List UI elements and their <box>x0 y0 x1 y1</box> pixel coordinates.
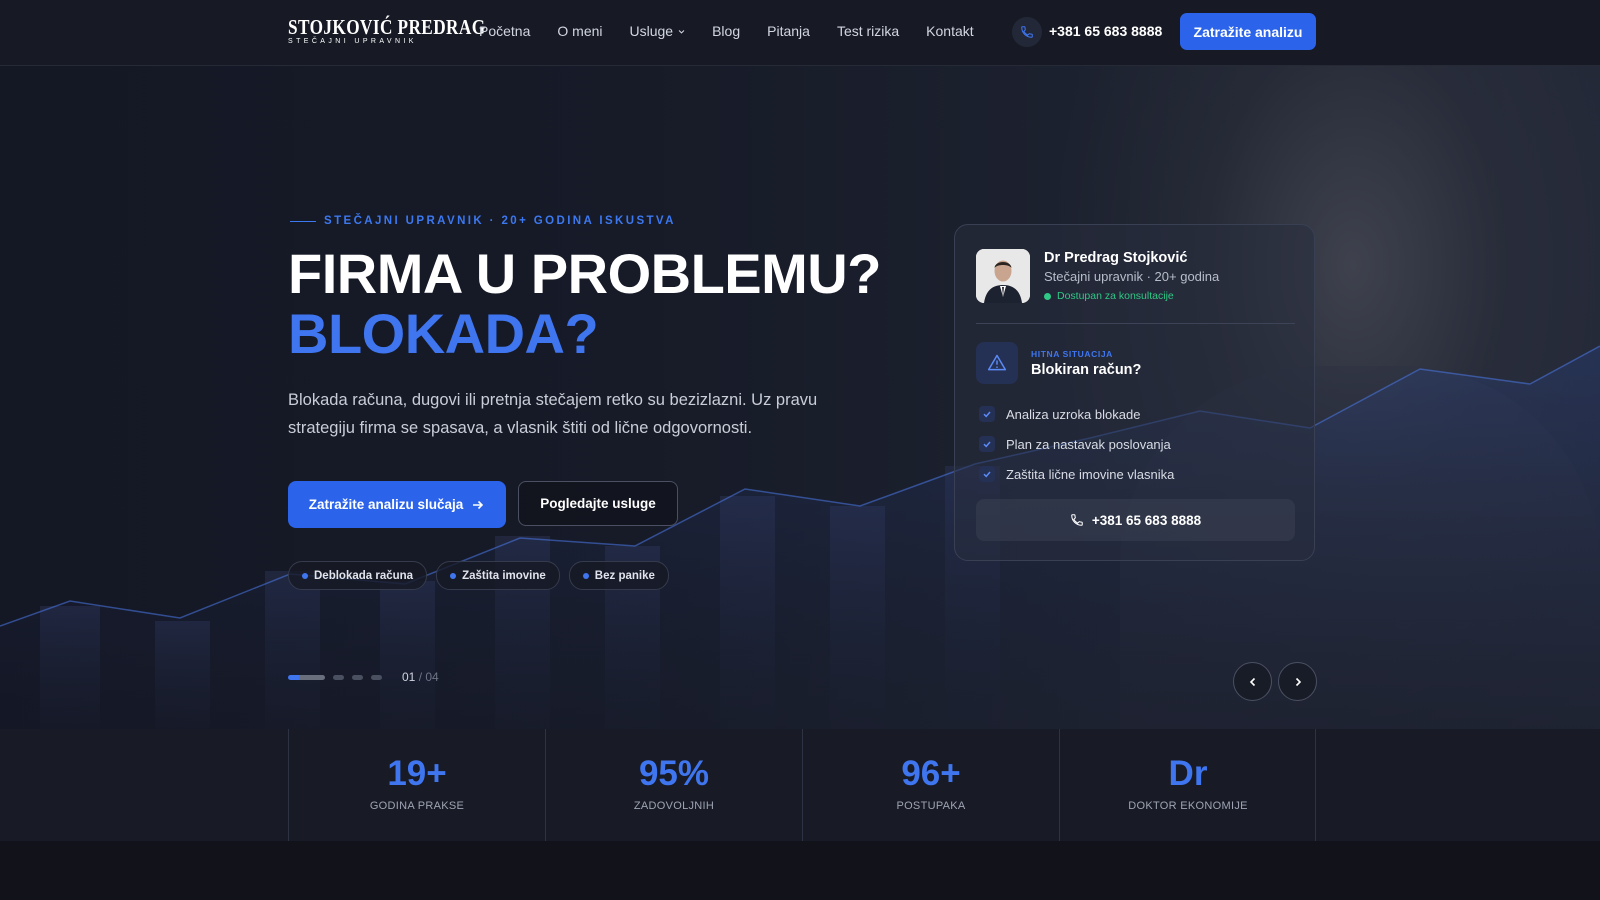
tag-label: Bez panike <box>594 569 655 582</box>
slider-next-button[interactable] <box>1278 662 1317 701</box>
logo[interactable]: STOJKOVIĆ PREDRAG STEČAJNI UPRAVNIK <box>288 15 486 48</box>
slider-pagination: 01 / 04 <box>288 670 439 684</box>
logo-wordmark: STOJKOVIĆ PREDRAG <box>288 15 486 39</box>
slide-indicator-1[interactable] <box>288 674 325 680</box>
list-item: Analiza uzroka blokade <box>979 399 1174 429</box>
card-divider <box>976 323 1295 324</box>
nav-item-home[interactable]: Početna <box>479 23 530 39</box>
card-phone-number: +381 65 683 8888 <box>1091 512 1202 528</box>
hero-eyebrow-text: STEČAJNI UPRAVNIK · 20+ GODINA ISKUSTVA <box>324 215 676 227</box>
availability-status: Dostupan za konsultacije <box>1044 290 1174 302</box>
main-menu: Početna O meni Usluge Blog Pitanja Test … <box>479 23 1001 39</box>
nav-item-services-label: Usluge <box>629 23 674 39</box>
tag-label: Zaštita imovine <box>462 569 546 582</box>
tag-dot <box>582 572 589 579</box>
view-services-button[interactable]: Pogledajte usluge <box>518 481 678 526</box>
list-item: Zaštita lične imovine vlasnika <box>979 459 1174 489</box>
stat-item: 95% ZADOVOLJNIH <box>545 729 802 841</box>
status-dot <box>1044 292 1051 300</box>
check-icon <box>979 406 995 422</box>
slide-total: 04 <box>425 670 439 684</box>
chevron-right-icon <box>1295 677 1301 686</box>
list-item: Plan za nastavak poslovanja <box>979 429 1174 459</box>
hero-title: FIRMA U PROBLEMU? BLOKADA? <box>288 244 881 364</box>
hero-title-line2: BLOKADA? <box>288 302 599 365</box>
check-label: Zaštita lične imovine vlasnika <box>1006 466 1175 482</box>
hero-tags: Deblokada računa Zaštita imovine Bez pan… <box>288 561 669 590</box>
stat-label: POSTUPAKA <box>896 800 966 812</box>
hero-section: STEČAJNI UPRAVNIK · 20+ GODINA ISKUSTVA … <box>0 66 1600 729</box>
slide-indicator-3[interactable] <box>352 674 363 680</box>
stat-item: 19+ GODINA PRAKSE <box>288 729 545 841</box>
card-call-button[interactable]: +381 65 683 8888 <box>976 499 1295 541</box>
availability-text: Dostupan za konsultacije <box>1057 290 1174 302</box>
hero-eyebrow: STEČAJNI UPRAVNIK · 20+ GODINA ISKUSTVA <box>290 215 676 227</box>
eyebrow-line <box>290 220 316 222</box>
stat-label: DOKTOR EKONOMIJE <box>1128 800 1248 812</box>
stat-item: 96+ POSTUPAKA <box>802 729 1059 841</box>
contact-card: Dr Predrag Stojković Stečajni upravnik ·… <box>954 224 1315 561</box>
urgent-label: HITNA SITUACIJA <box>1031 349 1113 359</box>
hero-lead: Blokada računa, dugovi ili pretnja steča… <box>288 391 818 437</box>
nav-item-about[interactable]: O meni <box>557 23 602 39</box>
check-label: Analiza uzroka blokade <box>1006 406 1141 422</box>
arrow-right-icon <box>473 500 484 509</box>
nav-item-faq[interactable]: Pitanja <box>767 23 810 39</box>
avatar <box>976 249 1030 303</box>
chevron-left-icon <box>1249 677 1255 686</box>
stat-value: Dr <box>1168 754 1208 793</box>
request-case-analysis-button[interactable]: Zatražite analizu slučaja <box>288 481 506 528</box>
slide-indicator-4[interactable] <box>371 674 382 680</box>
check-label: Plan za nastavak poslovanja <box>1006 436 1171 452</box>
slider-prev-button[interactable] <box>1233 662 1272 701</box>
logo-tagline: STEČAJNI UPRAVNIK <box>288 38 417 45</box>
stats-bar: 19+ GODINA PRAKSE 95% ZADOVOLJNIH 96+ PO… <box>0 729 1600 841</box>
nav-phone-number[interactable]: +381 65 683 8888 <box>1049 23 1162 39</box>
chevron-down-icon <box>678 29 685 34</box>
tag-dot <box>302 572 308 579</box>
request-case-analysis-label: Zatražite analizu slučaja <box>308 497 464 512</box>
tag-chip: Deblokada računa <box>288 561 428 590</box>
stat-value: 95% <box>638 754 710 793</box>
stat-label: ZADOVOLJNIH <box>633 800 715 812</box>
urgent-title: Blokiran račun? <box>1031 362 1142 378</box>
check-icon <box>979 436 995 452</box>
nav-item-contact[interactable]: Kontakt <box>926 23 973 39</box>
nav-item-risk-test[interactable]: Test rizika <box>837 23 899 39</box>
nav-item-blog[interactable]: Blog <box>712 23 740 39</box>
slide-indicator-2[interactable] <box>333 674 344 680</box>
card-checklist: Analiza uzroka blokade Plan za nastavak … <box>979 399 1174 489</box>
request-analysis-button[interactable]: Zatražite analizu <box>1180 13 1316 50</box>
tag-chip: Zaštita imovine <box>436 561 560 590</box>
check-icon <box>979 466 995 482</box>
phone-icon[interactable] <box>1012 17 1042 47</box>
stat-value: 19+ <box>387 754 447 793</box>
phone-icon <box>1071 514 1083 526</box>
tag-chip: Bez panike <box>568 561 669 590</box>
consultant-role: Stečajni upravnik · 20+ godina <box>1044 269 1220 284</box>
page-bottom-strip <box>0 841 1600 900</box>
top-navigation: STOJKOVIĆ PREDRAG STEČAJNI UPRAVNIK Poče… <box>0 0 1600 66</box>
stat-label: GODINA PRAKSE <box>369 800 465 812</box>
stats-divider <box>1315 729 1316 841</box>
tag-dot <box>450 572 457 579</box>
warning-icon <box>976 342 1018 384</box>
stat-item: Dr DOKTOR EKONOMIJE <box>1059 729 1316 841</box>
hero-title-line1: FIRMA U PROBLEMU? <box>288 242 881 305</box>
consultant-name: Dr Predrag Stojković <box>1044 250 1188 266</box>
slide-counter: 01 / 04 <box>402 670 439 684</box>
slide-current: 01 <box>402 670 416 684</box>
nav-item-services[interactable]: Usluge <box>630 23 686 39</box>
stat-value: 96+ <box>901 754 961 793</box>
tag-label: Deblokada računa <box>314 569 414 582</box>
